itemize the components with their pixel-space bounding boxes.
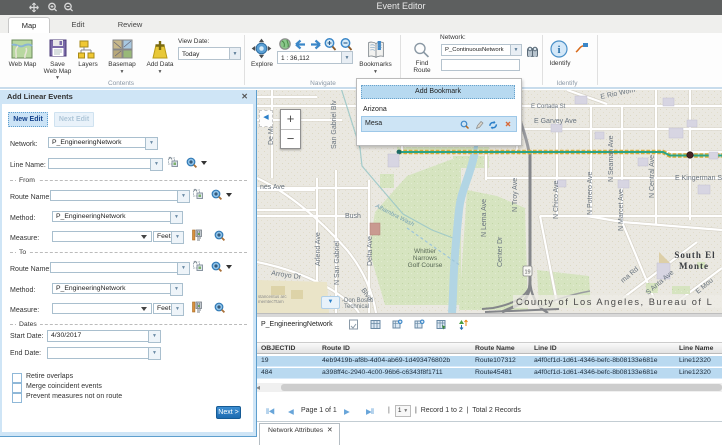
svg-text:Arlend Ave: Arlend Ave <box>315 232 322 266</box>
svg-text:19: 19 <box>524 270 530 276</box>
svg-text:N Potrero Ave: N Potrero Ave <box>587 171 594 215</box>
svg-text:County of Los Angeles, Bureau: County of Los Angeles, Bureau of L <box>516 297 713 307</box>
svg-text:i: i <box>557 44 560 56</box>
svg-text:Center Dr: Center Dr <box>497 236 504 267</box>
svg-text:N Lema Ave: N Lema Ave <box>481 199 488 237</box>
svg-text:N Marcet Ave: N Marcet Ave <box>618 189 625 231</box>
svg-text:Narrows: Narrows <box>413 255 438 262</box>
svg-text:Delta Ave: Delta Ave <box>367 236 374 266</box>
svg-text:Monte: Monte <box>679 261 709 271</box>
svg-text:memtecTtam: memtecTtam <box>258 299 284 304</box>
svg-text:Golf Course: Golf Course <box>408 262 443 269</box>
svg-text:N Central Ave: N Central Ave <box>649 155 656 198</box>
svg-text:E Kingerman St: E Kingerman St <box>675 175 722 182</box>
svg-text:Whittier: Whittier <box>414 248 437 255</box>
svg-text:N San Gabriel: N San Gabriel <box>334 241 341 285</box>
svg-text:Technical: Technical <box>344 304 369 310</box>
svg-text:E Cortada St: E Cortada St <box>531 104 566 110</box>
svg-text:E Garvey Ave: E Garvey Ave <box>534 118 577 125</box>
svg-text:N Seaman Ave: N Seaman Ave <box>608 135 615 182</box>
svg-text:San Gabriel Blv: San Gabriel Blv <box>331 100 338 149</box>
svg-text:nes Ave: nes Ave <box>260 184 285 191</box>
svg-text:Bush: Bush <box>345 213 361 220</box>
svg-text:N Troy Ave: N Troy Ave <box>512 178 519 212</box>
svg-text:South El: South El <box>674 250 715 260</box>
svg-text:N Chico Ave: N Chico Ave <box>553 181 560 219</box>
